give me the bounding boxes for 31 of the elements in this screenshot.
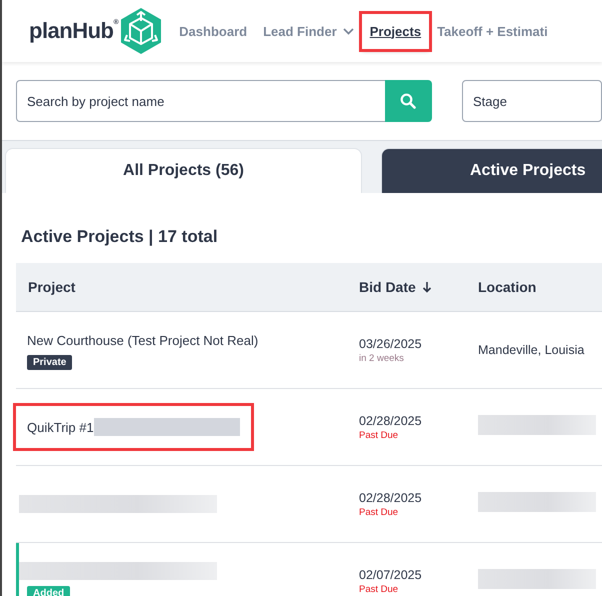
nav-link[interactable]: Takeoff + Estimati [429, 14, 556, 48]
status-tag: Private [27, 355, 72, 370]
column-header[interactable]: Location [478, 279, 602, 295]
column-header[interactable]: Bid Date [359, 279, 478, 295]
bid-date: 03/26/2025 [359, 336, 423, 350]
project-name[interactable]: QuikTrip #1 [27, 420, 94, 434]
search-icon [400, 93, 416, 109]
project-name[interactable]: New Courthouse (Test Project Not Real) [27, 332, 258, 348]
nav-link[interactable]: Lead Finder [255, 14, 362, 48]
bid-date: 02/07/2025 [359, 568, 423, 582]
search-button[interactable] [384, 80, 432, 122]
nav-link[interactable]: Projects [362, 14, 430, 48]
due-status: Past Due [359, 584, 400, 594]
nav-link[interactable]: Dashboard [171, 14, 256, 48]
due-status: Past Due [359, 430, 400, 440]
arrow-down-icon [422, 281, 432, 293]
table-title: Active Projects | 17 total [21, 227, 219, 247]
due-status: Past Due [359, 506, 400, 518]
search-field[interactable]: Search by project name [16, 80, 385, 122]
tab[interactable]: All Projects (56) [5, 148, 362, 193]
bid-date: 02/28/2025 [359, 414, 423, 428]
hexagon-logo-icon [119, 7, 164, 55]
bid-date: 02/28/2025 [359, 490, 423, 504]
due-status: in 2 weeks [359, 352, 405, 364]
status-tag: Added [27, 586, 70, 596]
stage-dropdown[interactable]: Stage [462, 80, 602, 122]
tab[interactable]: Active Projects [381, 148, 602, 193]
chevron-down-icon [342, 28, 354, 34]
location-text: Mandeville, Louisia [478, 343, 584, 357]
column-header[interactable]: Project [16, 279, 359, 295]
logo-text: planHub$^{®}$ [29, 18, 118, 44]
